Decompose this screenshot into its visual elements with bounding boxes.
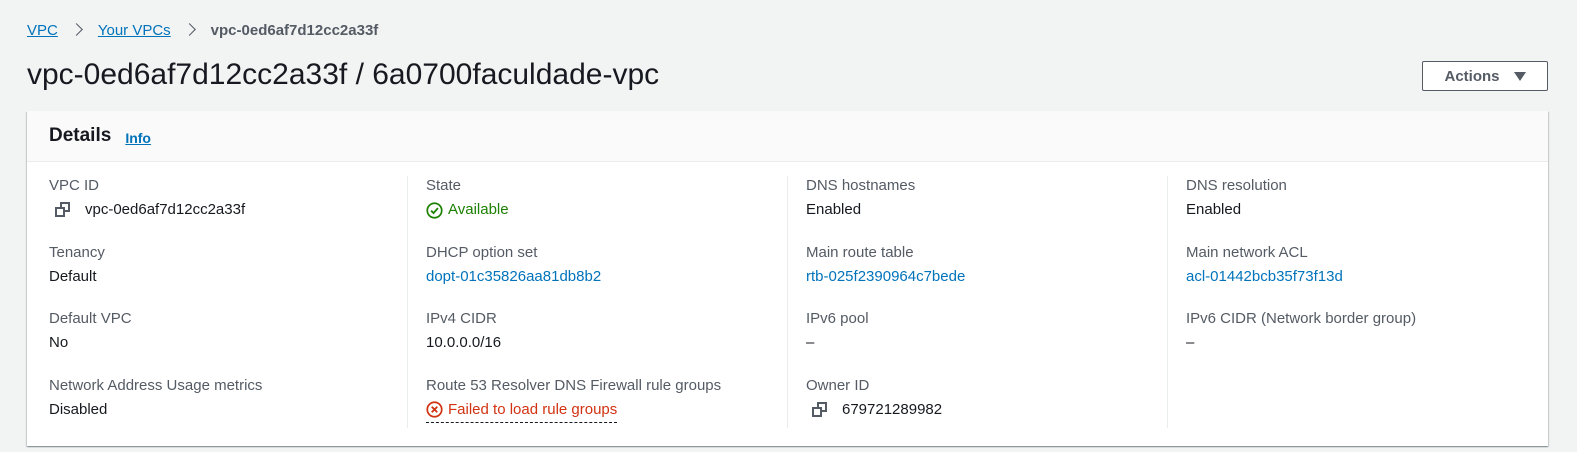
details-column-1: VPC ID vpc-0ed6af7d12cc2a33f Tenancy Def… <box>27 176 407 428</box>
error-status[interactable]: Failed to load rule groups <box>426 400 618 423</box>
field-label: Tenancy <box>49 243 105 261</box>
caret-down-icon <box>1513 71 1526 81</box>
field-dns-resolution: DNS resolution Enabled <box>1186 176 1547 243</box>
actions-button-label: Actions <box>1444 67 1500 85</box>
field-label: IPv4 CIDR <box>426 310 497 327</box>
copy-icon[interactable] <box>55 202 71 218</box>
field-dhcp-option-set: DHCP option set dopt-01c35826aa81db8b2 <box>426 243 787 310</box>
field-label: VPC ID <box>49 177 100 194</box>
field-vpc-id: VPC ID vpc-0ed6af7d12cc2a33f <box>49 176 407 243</box>
check-circle-icon <box>426 201 443 219</box>
owner-id-value: 679721289982 <box>842 400 943 418</box>
field-label: State <box>426 177 462 194</box>
state-value: Available <box>448 201 509 218</box>
breadcrumb-current: vpc-0ed6af7d12cc2a33f <box>210 21 379 39</box>
error-message: Failed to load rule groups <box>448 400 618 418</box>
field-nau-metrics: Network Address Usage metrics Disabled <box>49 376 407 443</box>
field-state: State Available <box>426 176 787 243</box>
field-label: IPv6 pool <box>806 310 869 327</box>
details-column-2: State Available DHCP option set dopt-01c… <box>407 176 787 428</box>
field-label: Route 53 Resolver DNS Firewall rule grou… <box>426 376 722 394</box>
details-panel: Details Info VPC ID vpc-0ed6af7d12cc2a33… <box>27 111 1548 446</box>
field-tenancy: Tenancy Default <box>49 243 407 310</box>
field-owner-id: Owner ID 679721289982 <box>806 376 1167 443</box>
field-value: 10.0.0.0/16 <box>426 334 502 351</box>
field-default-vpc: Default VPC No <box>49 309 407 376</box>
field-value: Enabled <box>1186 201 1242 218</box>
field-label: DHCP option set <box>426 243 538 261</box>
details-column-3: DNS hostnames Enabled Main route table r… <box>787 176 1167 428</box>
field-value: Disabled <box>49 400 108 418</box>
field-label: Owner ID <box>806 376 870 394</box>
details-column-4: DNS resolution Enabled Main network ACL … <box>1167 176 1547 428</box>
field-label: DNS resolution <box>1186 177 1287 194</box>
field-ipv6-pool: IPv6 pool – <box>806 309 1167 376</box>
field-value: vpc-0ed6af7d12cc2a33f <box>49 200 407 220</box>
field-ipv4-cidr: IPv4 CIDR 10.0.0.0/16 <box>426 309 787 376</box>
status-available: Available <box>426 200 787 220</box>
field-label: IPv6 CIDR (Network border group) <box>1186 310 1417 327</box>
info-link[interactable]: Info <box>125 130 151 146</box>
details-header: Details Info <box>27 111 1548 162</box>
field-label: Default VPC <box>49 310 132 327</box>
field-value: – <box>806 334 815 351</box>
field-ipv6-cidr: IPv6 CIDR (Network border group) – <box>1186 309 1547 376</box>
field-label: Network Address Usage metrics <box>49 376 263 394</box>
field-main-network-acl: Main network ACL acl-01442bcb35f73f13d <box>1186 243 1547 310</box>
dhcp-option-set-link[interactable]: dopt-01c35826aa81db8b2 <box>426 267 787 287</box>
field-value: Default <box>49 267 97 285</box>
breadcrumb: VPC Your VPCs vpc-0ed6af7d12cc2a33f <box>27 20 378 40</box>
chevron-right-icon <box>66 20 90 40</box>
page-title: vpc-0ed6af7d12cc2a33f / 6a0700faculdade-… <box>27 58 660 91</box>
field-value: No <box>49 334 69 351</box>
field-value: – <box>1186 334 1195 351</box>
breadcrumb-vpc-link[interactable]: VPC <box>27 22 58 39</box>
field-label: DNS hostnames <box>806 177 916 194</box>
field-value: 679721289982 <box>806 400 1167 420</box>
actions-button[interactable]: Actions <box>1422 61 1548 91</box>
field-label: Main network ACL <box>1186 243 1308 261</box>
field-dns-hostnames: DNS hostnames Enabled <box>806 176 1167 243</box>
details-grid: VPC ID vpc-0ed6af7d12cc2a33f Tenancy Def… <box>27 176 1548 428</box>
field-value: Failed to load rule groups <box>426 400 787 423</box>
field-label: Main route table <box>806 243 914 261</box>
error-circle-icon <box>426 401 443 418</box>
field-value: Enabled <box>806 201 862 218</box>
field-main-route-table: Main route table rtb-025f2390964c7bede <box>806 243 1167 310</box>
details-heading: Details <box>49 125 112 146</box>
vpc-id-value: vpc-0ed6af7d12cc2a33f <box>85 201 246 218</box>
main-network-acl-link[interactable]: acl-01442bcb35f73f13d <box>1186 267 1547 287</box>
field-dns-firewall-rule-groups: Route 53 Resolver DNS Firewall rule grou… <box>426 376 787 443</box>
breadcrumb-your-vpcs-link[interactable]: Your VPCs <box>98 22 171 39</box>
copy-icon[interactable] <box>812 401 828 418</box>
chevron-right-icon <box>179 20 203 40</box>
main-route-table-link[interactable]: rtb-025f2390964c7bede <box>806 267 1167 287</box>
